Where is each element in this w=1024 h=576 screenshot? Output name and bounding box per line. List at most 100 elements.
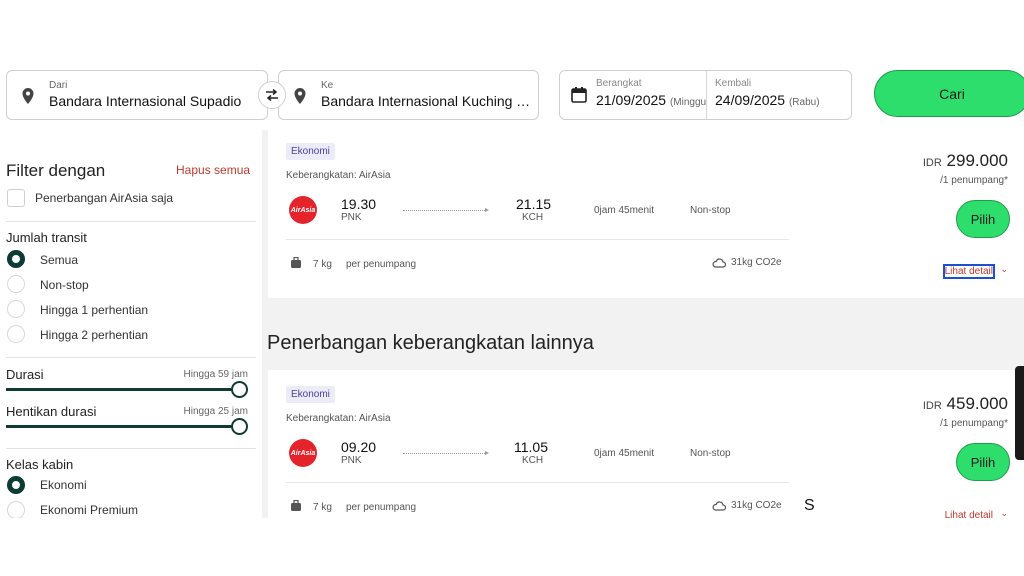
swap-icon <box>266 89 278 101</box>
flight-duration: 0jam 45menit <box>594 205 655 216</box>
operator-label: Keberangkatan: AirAsia <box>286 413 391 424</box>
origin-label: Dari <box>49 80 68 91</box>
route-line <box>403 208 489 212</box>
clear-filters-link[interactable]: Hapus semua <box>176 163 250 177</box>
destination-field[interactable]: Ke Bandara Internasional Kuching Te... <box>278 70 539 120</box>
airasia-logo: AirAsia <box>289 439 317 467</box>
dates-field[interactable]: Berangkat 21/09/2025 (Minggu) Kembali 24… <box>559 70 852 120</box>
chevron-down-icon[interactable]: ⌄ <box>1000 264 1008 275</box>
divider <box>6 448 256 449</box>
transit-radio-all[interactable] <box>7 250 25 268</box>
baggage-weight: 7 kg <box>313 259 332 270</box>
cabin-option-label: Ekonomi <box>40 478 87 492</box>
filter-title: Filter dengan <box>6 161 106 180</box>
co2-info: 31kg CO2e <box>712 257 782 268</box>
return-date-field[interactable]: Kembali 24/09/2025 (Rabu) <box>715 78 850 108</box>
return-label: Kembali <box>715 78 752 89</box>
depart-time: 09.20 <box>341 439 377 455</box>
stop-duration-slider-handle[interactable] <box>231 418 248 435</box>
transit-heading: Jumlah transit <box>6 230 87 245</box>
baggage-weight: 7 kg <box>313 502 332 513</box>
arrive-time: 11.05 <box>514 439 548 455</box>
duration-slider-track[interactable] <box>6 388 240 391</box>
price: IDR 299.000 <box>923 151 1008 171</box>
duration-label: Durasi <box>6 367 44 382</box>
chevron-down-icon[interactable]: ⌄ <box>1000 508 1008 518</box>
view-details-link[interactable]: Lihat detail <box>945 510 993 518</box>
depart-time: 19.30 <box>341 196 377 212</box>
flight-duration: 0jam 45menit <box>594 448 655 459</box>
operator-label: Keberangkatan: AirAsia <box>286 170 391 181</box>
select-flight-button[interactable]: Pilih <box>956 443 1010 481</box>
depart-day: (Minggu) <box>669 97 706 108</box>
arrive-code: KCH <box>522 212 544 223</box>
per-passenger: /1 penumpang* <box>940 175 1008 186</box>
results-area: Filter dengan Hapus semua Penerbangan Ai… <box>0 130 1024 518</box>
stop-duration-value: Hingga 25 jam <box>183 406 248 417</box>
cabin-tag: Ekonomi <box>286 386 335 403</box>
search-bar: Dari Bandara Internasional Supadio Ke Ba… <box>0 70 1024 120</box>
price-value: 299.000 <box>946 151 1008 170</box>
calendar-icon <box>571 87 587 103</box>
currency: IDR <box>922 400 942 412</box>
location-pin-icon <box>22 88 34 104</box>
baggage-note: per penumpang <box>346 502 417 513</box>
cabin-option-label: Ekonomi Premium <box>40 503 139 517</box>
cabin-heading: Kelas kabin <box>6 457 74 472</box>
cabin-radio-economy[interactable] <box>7 476 25 494</box>
stop-duration-slider-track[interactable] <box>6 425 240 428</box>
view-details-link[interactable]: Lihat detail <box>942 264 996 279</box>
transit-radio-1-stop[interactable] <box>7 300 25 318</box>
cabin-radio-premium-economy[interactable] <box>7 501 25 518</box>
cloud-icon <box>712 500 726 511</box>
select-flight-button[interactable]: Pilih <box>956 200 1010 238</box>
transit-option-label: Hingga 1 perhentian <box>40 303 149 317</box>
per-passenger: /1 penumpang* <box>940 418 1008 429</box>
depart-date-field[interactable]: Berangkat 21/09/2025 (Minggu) <box>596 78 706 108</box>
location-pin-icon <box>294 88 306 104</box>
duration-slider-handle[interactable] <box>231 381 248 398</box>
cloud-icon <box>712 257 726 268</box>
transit-option-label: Semua <box>40 253 79 267</box>
arrive-code: KCH <box>522 455 544 466</box>
price-value: 459.000 <box>946 394 1008 413</box>
divider <box>6 221 256 222</box>
baggage-icon <box>291 257 301 268</box>
stops-label: Non-stop <box>690 448 731 459</box>
stops-label: Non-stop <box>690 205 731 216</box>
baggage-note: per penumpang <box>346 259 417 270</box>
flight-card: Ekonomi Keberangkatan: AirAsia AirAsia 1… <box>268 130 1024 298</box>
return-date: 24/09/2025 <box>715 92 786 108</box>
transit-radio-nonstop[interactable] <box>7 275 25 293</box>
stop-duration-label: Hentikan durasi <box>6 404 97 419</box>
transit-option-label: Hingga 2 perhentian <box>40 328 149 342</box>
card-divider <box>286 482 789 483</box>
feedback-side-tab[interactable] <box>1015 366 1024 460</box>
swap-route-button[interactable] <box>258 81 286 109</box>
page-bottom <box>0 518 1024 576</box>
card-divider <box>286 239 789 240</box>
date-separator <box>706 71 707 119</box>
destination-value: Bandara Internasional Kuching Te... <box>321 93 531 109</box>
filter-sidebar: Filter dengan Hapus semua Penerbangan Ai… <box>0 130 262 518</box>
price: IDR 459.000 <box>923 394 1008 414</box>
baggage-icon <box>291 500 301 511</box>
arrive-time: 21.15 <box>516 196 552 212</box>
currency: IDR <box>922 157 942 169</box>
depart-date: 21/09/2025 <box>596 92 667 108</box>
divider <box>6 357 256 358</box>
stray-text: S <box>804 497 815 514</box>
return-day: (Rabu) <box>788 97 820 108</box>
airasia-only-checkbox[interactable] <box>7 189 25 207</box>
flight-card: Ekonomi Keberangkatan: AirAsia AirAsia 0… <box>268 370 1024 518</box>
co2-value: 31kg CO2e <box>731 257 782 268</box>
destination-label: Ke <box>321 80 334 91</box>
duration-value: Hingga 59 jam <box>183 369 248 380</box>
search-button[interactable]: Cari <box>874 70 1024 117</box>
airasia-only-label: Penerbangan AirAsia saja <box>35 191 174 205</box>
depart-label: Berangkat <box>596 78 642 89</box>
co2-info: 31kg CO2e <box>712 500 782 511</box>
airasia-logo: AirAsia <box>289 196 317 224</box>
origin-field[interactable]: Dari Bandara Internasional Supadio <box>6 70 268 120</box>
transit-radio-2-stops[interactable] <box>7 325 25 343</box>
